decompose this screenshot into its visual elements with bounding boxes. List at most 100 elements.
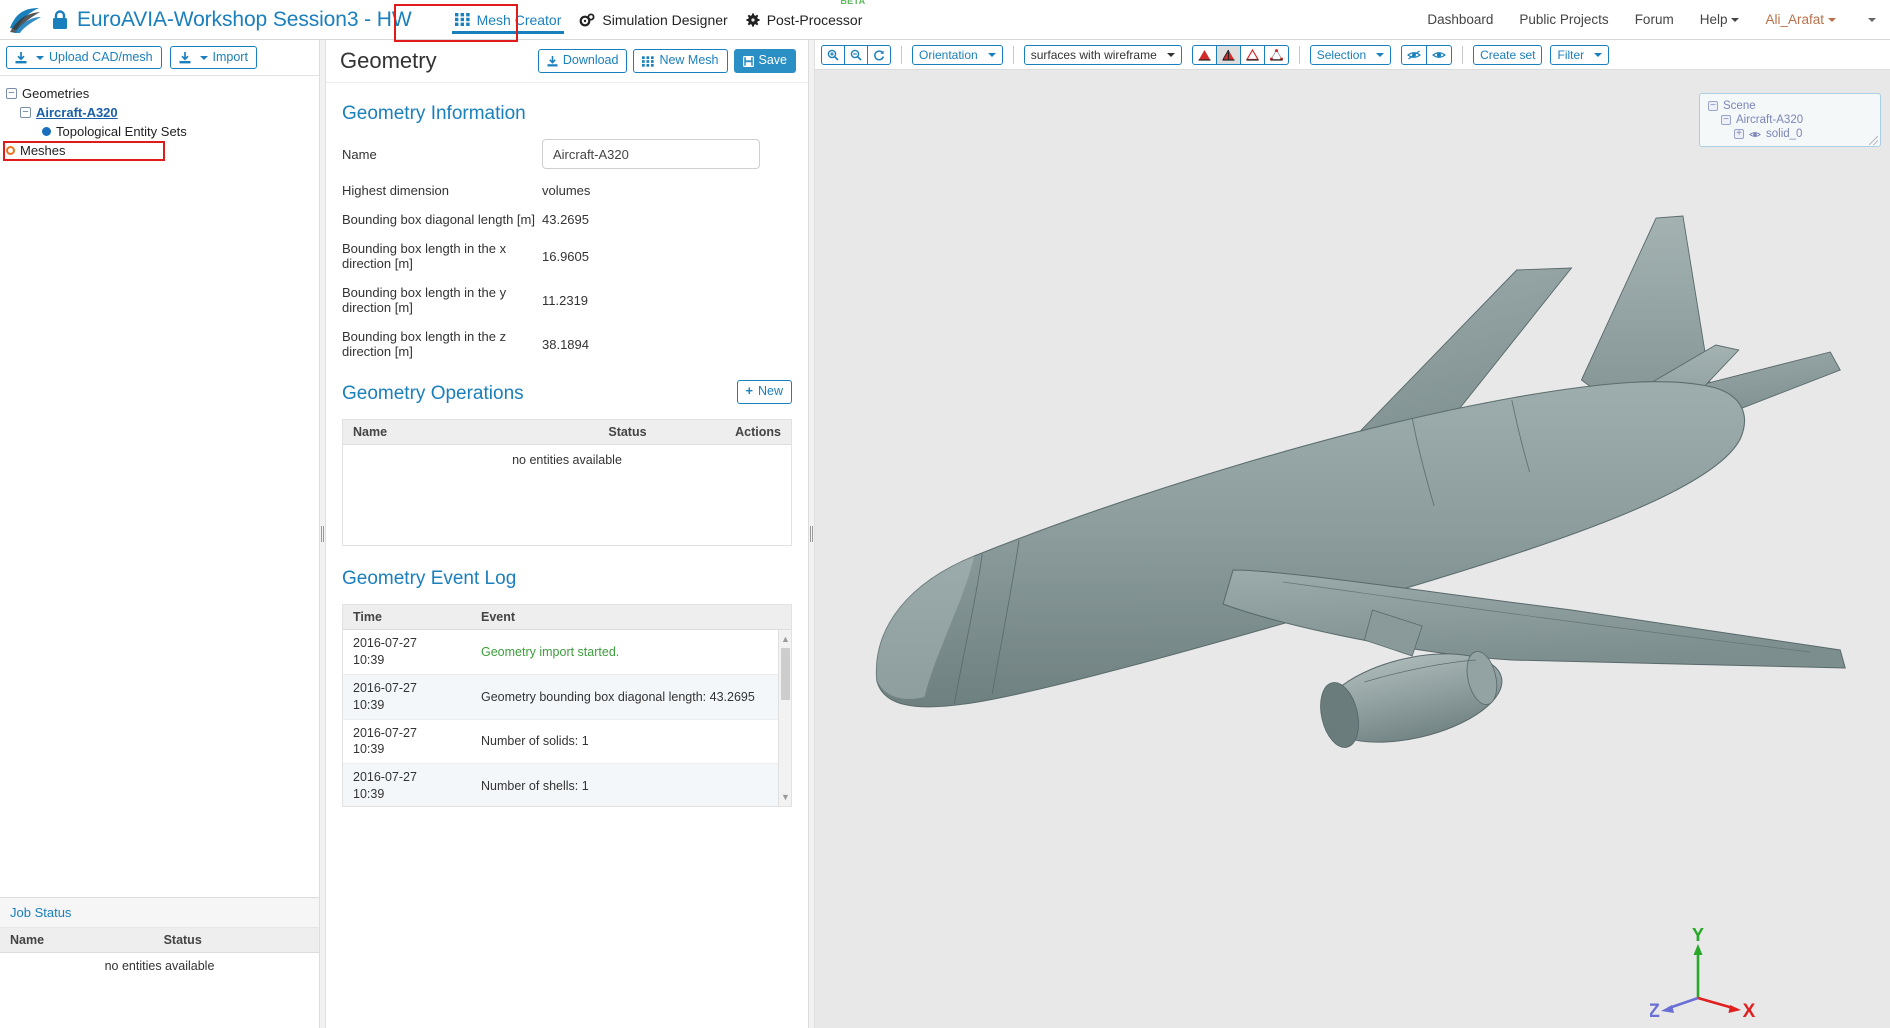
tree-item-aircraft-a320[interactable]: − Aircraft-A320 [6,103,319,122]
collapse-toggle-icon[interactable]: − [1721,115,1731,125]
tab-mesh-creator-label: Mesh Creator [476,11,562,28]
table-row: no entities available [343,445,791,474]
display-mode-points-button[interactable] [1263,44,1289,65]
tree-item-meshes[interactable]: Meshes [6,141,319,160]
display-mode-solid-shaded-button[interactable] [1191,44,1217,65]
collapse-toggle-icon[interactable]: − [1708,101,1718,111]
ops-col-actions: Actions [710,420,791,445]
eye-slash-icon [1407,50,1422,59]
axis-label-x: X [1743,1001,1756,1018]
tree-item-geometries[interactable]: − Geometries [6,84,319,103]
nav-user-menu[interactable]: Ali_Arafat [1765,12,1836,27]
log-time: 2016-07-27 10:39 [353,680,417,712]
filter-dropdown[interactable]: Filter [1550,44,1610,65]
scene-tree-item-solid-0[interactable]: + solid_0 [1708,127,1872,141]
bbox-x-row: Bounding box length in the x direction [… [342,241,792,271]
create-set-button[interactable]: Create set [1473,44,1543,65]
save-icon [742,55,754,67]
ops-col-name: Name [343,420,545,445]
tab-mesh-creator[interactable]: Mesh Creator [446,6,571,34]
gear-solid-icon [746,13,760,26]
geometry-name-row: Name [342,139,792,169]
simscale-logo-icon[interactable] [8,6,42,34]
table-row: 2016-07-27 10:39 Number of solids: 1 [343,720,791,765]
orientation-dropdown[interactable]: Orientation [912,44,1003,65]
3d-viewport[interactable]: − Scene − Aircraft-A320 + solid_0 Y X Z [815,70,1890,1028]
selection-label: Selection [1316,47,1367,62]
table-header-row: Name Status [0,928,319,953]
nav-public-projects[interactable]: Public Projects [1519,12,1608,27]
new-operation-button[interactable]: + New [736,380,792,404]
tab-simulation-designer[interactable]: Simulation Designer [570,6,736,34]
render-mode-select[interactable]: surfaces with wireframe [1023,44,1182,65]
solid-wireframe-icon [1222,49,1235,61]
zoom-in-button[interactable] [821,44,845,65]
display-mode-solid-wireframe-button[interactable] [1215,44,1241,65]
collapse-toggle-icon[interactable]: − [20,107,31,118]
splitter-grip-icon [321,526,324,542]
toolbar-divider [1012,45,1014,64]
scroll-up-icon[interactable]: ▲ [781,634,790,644]
download-button[interactable]: Download [537,49,628,73]
tree-item-topological-entity-sets-label: Topological Entity Sets [56,124,187,139]
grid-icon [642,55,655,67]
scene-tree-item-aircraft-a320[interactable]: − Aircraft-A320 [1708,113,1872,127]
bbox-x-value: 16.9605 [542,248,589,264]
job-status-panel: Job Status Name Status no entities avail… [0,897,319,1028]
bbox-y-value: 11.2319 [542,292,589,308]
import-button[interactable]: Import [169,45,257,70]
eye-icon[interactable] [1749,130,1761,139]
selection-dropdown[interactable]: Selection [1309,44,1392,65]
scroll-down-icon[interactable]: ▼ [781,792,790,802]
scene-tree-item-scene[interactable]: − Scene [1708,99,1872,113]
tab-post-processor[interactable]: BETA Post-Processor [737,0,872,34]
splitter-grip-icon [810,526,813,542]
display-mode-wireframe-button[interactable] [1239,44,1265,65]
chevron-down-icon [987,52,996,57]
ops-spacer-row [343,473,791,545]
scrollbar-thumb[interactable] [781,648,790,700]
geometry-event-log-table: Time Event 2016-07-27 10:39 Geometry impo… [342,604,792,807]
scene-panel-resize-handle[interactable] [1869,136,1878,145]
download-button-label: Download [562,53,619,68]
scene-tree-item-scene-label: Scene [1723,100,1756,112]
scene-tree-panel[interactable]: − Scene − Aircraft-A320 + solid_0 [1699,93,1881,147]
log-event: Number of solids: 1 [481,734,589,749]
new-mesh-button-label: New Mesh [659,53,719,68]
geometry-operations-table-wrap: Name Status Actions no entities availabl… [342,419,792,546]
zoom-out-button[interactable] [844,44,868,65]
aircraft-3d-model[interactable] [815,70,1890,1028]
table-row: 2016-07-27 10:39 Number of shells: 1 [343,764,791,806]
expand-toggle-icon[interactable]: + [1734,129,1744,139]
points-icon [1269,48,1283,61]
geometry-actions: Download New Mesh Save [537,49,796,73]
ops-col-status: Status [544,420,711,445]
event-log-scroll-area[interactable]: 2016-07-27 10:39 Geometry import started.… [343,630,791,806]
save-button[interactable]: Save [733,49,796,73]
job-status-col-name: Name [0,928,154,953]
tree-item-topological-entity-sets[interactable]: Topological Entity Sets [6,122,319,141]
nav-dashboard[interactable]: Dashboard [1427,12,1493,27]
show-selection-button[interactable] [1426,44,1453,65]
log-time: 2016-07-27 10:39 [353,636,417,667]
bbox-z-row: Bounding box length in the z direction [… [342,329,792,359]
geometry-name-input[interactable] [542,139,760,169]
nav-overflow-menu[interactable] [1862,12,1878,27]
event-log-scrollbar[interactable]: ▲ ▼ [778,630,791,806]
new-mesh-button[interactable]: New Mesh [633,49,728,73]
upload-cad-mesh-button[interactable]: Upload CAD/mesh [6,45,162,70]
table-header-row: Time Event [343,605,791,630]
lock-icon [53,9,67,29]
caret-down-icon [1868,18,1876,23]
job-status-col-status: Status [153,928,319,953]
highest-dimension-label: Highest dimension [342,183,449,198]
toolbar-divider [1462,45,1464,64]
geometry-panel-body: Geometry Information Name Highest dimens… [326,83,808,1028]
nav-help[interactable]: Help [1700,12,1740,27]
tree-item-geometries-label: Geometries [22,86,90,101]
eye-icon [1432,51,1447,58]
nav-forum[interactable]: Forum [1635,12,1674,27]
collapse-toggle-icon[interactable]: − [6,88,17,99]
hide-selection-button[interactable] [1401,44,1428,65]
refresh-button[interactable] [867,44,891,65]
